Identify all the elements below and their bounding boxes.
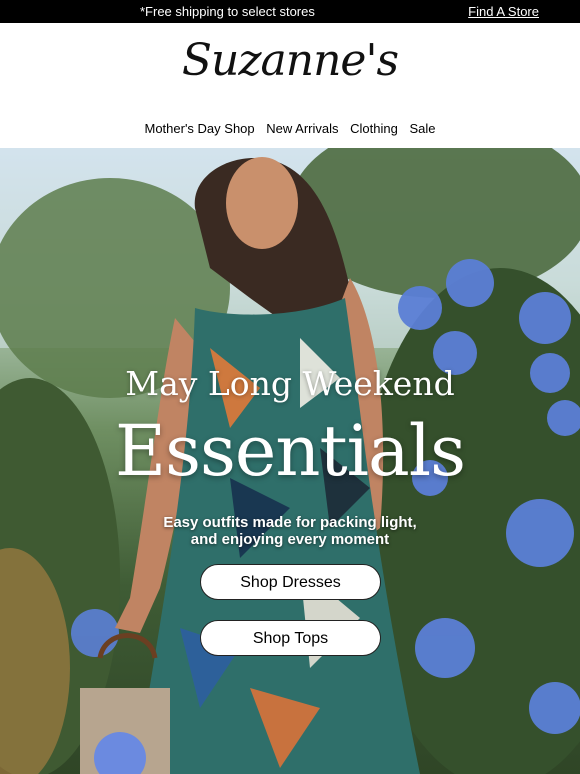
shop-dresses-button[interactable]: Shop Dresses: [200, 564, 381, 600]
promo-bar: *Free shipping to select stores Find A S…: [0, 0, 580, 23]
hero-subcopy: Easy outfits made for packing light, and…: [0, 514, 580, 548]
find-a-store-link[interactable]: Find A Store: [468, 4, 539, 19]
nav-item-new-arrivals[interactable]: New Arrivals: [266, 118, 338, 136]
hero-banner[interactable]: May Long Weekend Essentials Easy outfits…: [0, 148, 580, 774]
main-nav: Mother's Day Shop New Arrivals Clothing …: [0, 118, 580, 148]
hero-headline-large: Essentials: [114, 410, 466, 492]
brand-logo[interactable]: Suzanne's: [0, 35, 580, 86]
header: Suzanne's: [0, 23, 580, 118]
shop-tops-button[interactable]: Shop Tops: [200, 620, 381, 656]
hero-subcopy-line-1: Easy outfits made for packing light,: [163, 514, 417, 531]
nav-item-clothing[interactable]: Clothing: [350, 118, 398, 136]
nav-item-sale[interactable]: Sale: [409, 118, 435, 136]
shipping-promo-text: *Free shipping to select stores: [140, 4, 315, 19]
hero-headline-small: May Long Weekend: [125, 364, 455, 403]
nav-item-mothers-day-shop[interactable]: Mother's Day Shop: [144, 118, 254, 136]
hero-subcopy-line-2: and enjoying every moment: [190, 531, 390, 548]
